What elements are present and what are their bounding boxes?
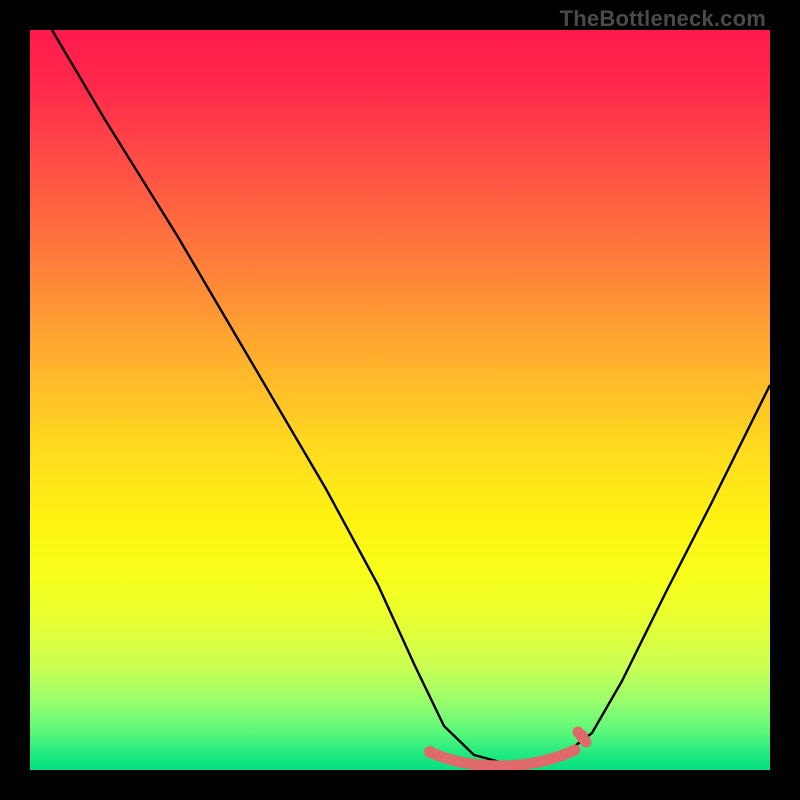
bottleneck-curve xyxy=(30,30,770,770)
curve-path xyxy=(52,30,770,763)
watermark-text: TheBottleneck.com xyxy=(560,6,766,32)
optimal-dot-right xyxy=(576,730,588,742)
plot-area xyxy=(30,30,770,770)
optimal-dot-left xyxy=(424,746,436,758)
optimal-band xyxy=(430,732,586,766)
chart-frame: TheBottleneck.com xyxy=(0,0,800,800)
